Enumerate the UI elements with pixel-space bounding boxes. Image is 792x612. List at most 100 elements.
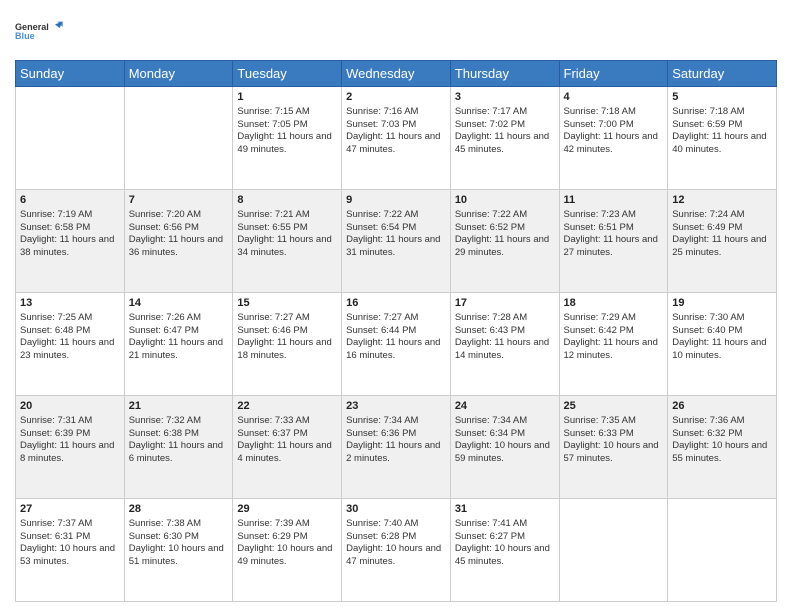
calendar-cell: 11Sunrise: 7:23 AMSunset: 6:51 PMDayligh… [559, 190, 668, 293]
sunrise-text: Sunrise: 7:25 AM [20, 312, 92, 323]
sunrise-text: Sunrise: 7:29 AM [564, 312, 636, 323]
sunrise-text: Sunrise: 7:20 AM [129, 209, 201, 220]
sunset-text: Sunset: 6:29 PM [237, 531, 307, 542]
day-number: 18 [564, 296, 664, 311]
calendar-cell: 21Sunrise: 7:32 AMSunset: 6:38 PMDayligh… [124, 396, 233, 499]
sunrise-text: Sunrise: 7:30 AM [672, 312, 744, 323]
calendar-cell: 23Sunrise: 7:34 AMSunset: 6:36 PMDayligh… [342, 396, 451, 499]
calendar-cell: 13Sunrise: 7:25 AMSunset: 6:48 PMDayligh… [16, 293, 125, 396]
sunrise-text: Sunrise: 7:23 AM [564, 209, 636, 220]
sunset-text: Sunset: 6:30 PM [129, 531, 199, 542]
day-number: 29 [237, 502, 337, 517]
sunset-text: Sunset: 6:58 PM [20, 222, 90, 233]
weekday-header-wednesday: Wednesday [342, 61, 451, 87]
sunset-text: Sunset: 7:05 PM [237, 119, 307, 130]
sunset-text: Sunset: 6:49 PM [672, 222, 742, 233]
day-number: 7 [129, 193, 229, 208]
day-number: 2 [346, 90, 446, 105]
day-number: 10 [455, 193, 555, 208]
calendar-cell: 1Sunrise: 7:15 AM Sunset: 7:05 PMDaylight… [233, 87, 342, 190]
daylight-text: Daylight: 11 hours and 4 minutes. [237, 440, 331, 464]
sunrise-text: Sunrise: 7:27 AM [346, 312, 418, 323]
calendar-cell: 14Sunrise: 7:26 AMSunset: 6:47 PMDayligh… [124, 293, 233, 396]
weekday-header-row: SundayMondayTuesdayWednesdayThursdayFrid… [16, 61, 777, 87]
daylight-text: Daylight: 11 hours and 38 minutes. [20, 234, 114, 258]
sunrise-text: Sunrise: 7:19 AM [20, 209, 92, 220]
sunset-text: Sunset: 6:47 PM [129, 325, 199, 336]
daylight-text: Daylight: 11 hours and 8 minutes. [20, 440, 114, 464]
logo: General Blue [15, 10, 65, 52]
day-number: 20 [20, 399, 120, 414]
daylight-text: Daylight: 11 hours and 18 minutes. [237, 337, 331, 361]
calendar-cell: 10Sunrise: 7:22 AM Sunset: 6:52 PMDayligh… [450, 190, 559, 293]
day-number: 27 [20, 502, 120, 517]
week-row-4: 20Sunrise: 7:31 AMSunset: 6:39 PMDayligh… [16, 396, 777, 499]
sunrise-text: Sunrise: 7:39 AM [237, 518, 309, 529]
daylight-text: Daylight: 10 hours and 49 minutes. [237, 543, 332, 567]
sunset-text: Sunset: 7:00 PM [564, 119, 634, 130]
calendar-cell [559, 499, 668, 602]
day-number: 26 [672, 399, 772, 414]
sunrise-text: Sunrise: 7:16 AM [346, 106, 418, 117]
daylight-text: Daylight: 10 hours and 45 minutes. [455, 543, 550, 567]
page: General Blue SundayMondayTuesdayWednesda… [0, 0, 792, 612]
weekday-header-saturday: Saturday [668, 61, 777, 87]
day-number: 3 [455, 90, 555, 105]
daylight-text: Daylight: 10 hours and 57 minutes. [564, 440, 659, 464]
sunrise-text: Sunrise: 7:24 AM [672, 209, 744, 220]
sunset-text: Sunset: 6:43 PM [455, 325, 525, 336]
sunrise-text: Sunrise: 7:38 AM [129, 518, 201, 529]
daylight-text: Daylight: 11 hours and 6 minutes. [129, 440, 223, 464]
daylight-text: Daylight: 11 hours and 25 minutes. [672, 234, 766, 258]
day-number: 15 [237, 296, 337, 311]
day-number: 22 [237, 399, 337, 414]
calendar-cell: 25Sunrise: 7:35 AMSunset: 6:33 PMDayligh… [559, 396, 668, 499]
sunrise-text: Sunrise: 7:35 AM [564, 415, 636, 426]
sunset-text: Sunset: 6:46 PM [237, 325, 307, 336]
sunset-text: Sunset: 6:52 PM [455, 222, 525, 233]
calendar-cell: 28Sunrise: 7:38 AMSunset: 6:30 PMDayligh… [124, 499, 233, 602]
sunset-text: Sunset: 6:36 PM [346, 428, 416, 439]
weekday-header-friday: Friday [559, 61, 668, 87]
daylight-text: Daylight: 11 hours and 14 minutes. [455, 337, 549, 361]
day-number: 6 [20, 193, 120, 208]
calendar-cell: 27Sunrise: 7:37 AMSunset: 6:31 PMDayligh… [16, 499, 125, 602]
svg-text:Blue: Blue [15, 31, 35, 41]
calendar-cell: 9Sunrise: 7:22 AMSunset: 6:54 PMDaylight… [342, 190, 451, 293]
day-number: 31 [455, 502, 555, 517]
sunrise-text: Sunrise: 7:41 AM [455, 518, 527, 529]
sunrise-text: Sunrise: 7:15 AM [237, 106, 309, 117]
day-number: 25 [564, 399, 664, 414]
day-number: 13 [20, 296, 120, 311]
calendar-cell [668, 499, 777, 602]
day-number: 1 [237, 90, 337, 105]
sunrise-text: Sunrise: 7:26 AM [129, 312, 201, 323]
sunset-text: Sunset: 6:37 PM [237, 428, 307, 439]
sunset-text: Sunset: 6:38 PM [129, 428, 199, 439]
logo-svg: General Blue [15, 10, 65, 52]
daylight-text: Daylight: 11 hours and 40 minutes. [672, 131, 766, 155]
calendar-cell: 8Sunrise: 7:21 AMSunset: 6:55 PMDaylight… [233, 190, 342, 293]
week-row-2: 6Sunrise: 7:19 AMSunset: 6:58 PMDaylight… [16, 190, 777, 293]
daylight-text: Daylight: 11 hours and 49 minutes. [237, 131, 331, 155]
day-number: 14 [129, 296, 229, 311]
daylight-text: Daylight: 10 hours and 53 minutes. [20, 543, 115, 567]
daylight-text: Daylight: 11 hours and 16 minutes. [346, 337, 440, 361]
sunset-text: Sunset: 6:42 PM [564, 325, 634, 336]
day-number: 4 [564, 90, 664, 105]
day-number: 8 [237, 193, 337, 208]
day-number: 30 [346, 502, 446, 517]
daylight-text: Daylight: 11 hours and 34 minutes. [237, 234, 331, 258]
day-number: 9 [346, 193, 446, 208]
calendar-cell: 26Sunrise: 7:36 AMSunset: 6:32 PMDayligh… [668, 396, 777, 499]
daylight-text: Daylight: 11 hours and 27 minutes. [564, 234, 658, 258]
sunset-text: Sunset: 6:56 PM [129, 222, 199, 233]
daylight-text: Daylight: 11 hours and 23 minutes. [20, 337, 114, 361]
calendar-cell: 17Sunrise: 7:28 AMSunset: 6:43 PMDayligh… [450, 293, 559, 396]
sunrise-text: Sunrise: 7:22 AM [455, 209, 527, 220]
daylight-text: Daylight: 11 hours and 29 minutes. [455, 234, 549, 258]
sunset-text: Sunset: 7:02 PM [455, 119, 525, 130]
sunset-text: Sunset: 6:54 PM [346, 222, 416, 233]
daylight-text: Daylight: 10 hours and 55 minutes. [672, 440, 767, 464]
calendar-cell: 4Sunrise: 7:18 AMSunset: 7:00 PMDaylight… [559, 87, 668, 190]
